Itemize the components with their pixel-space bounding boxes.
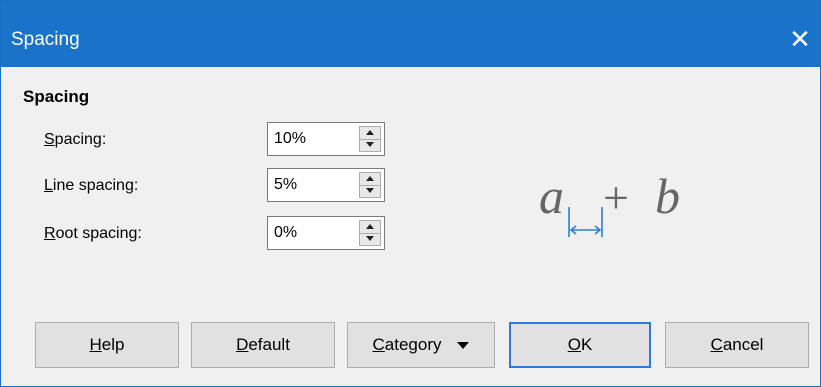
spacing-spinbox[interactable]: 10%	[267, 122, 385, 156]
spacing-value[interactable]: 10%	[274, 130, 306, 148]
category-button[interactable]: Category	[347, 322, 495, 368]
line-spacing-spinbox[interactable]: 5%	[267, 168, 385, 202]
root-spacing-decrement-icon[interactable]	[360, 233, 380, 245]
section-title: Spacing	[23, 87, 90, 106]
cancel-button[interactable]: Cancel	[665, 322, 809, 368]
preview-right-char: b	[655, 168, 680, 224]
line-spacing-label: Line spacing:	[44, 177, 139, 194]
spacing-dimension-icon	[568, 207, 603, 237]
line-spacing-value[interactable]: 5%	[274, 176, 297, 194]
line-spacing-spin-buttons	[359, 172, 381, 198]
preview-operator: +	[603, 172, 629, 223]
root-spacing-value[interactable]: 0%	[274, 224, 297, 242]
spacing-spin-buttons	[359, 126, 381, 152]
help-button[interactable]: Help	[35, 322, 179, 368]
spacing-label: Spacing:	[44, 131, 107, 148]
spacing-dialog: Spacing ✕ Spacing Spacing: 10% Line spac…	[0, 0, 821, 387]
dialog-title: Spacing	[11, 29, 80, 50]
root-spacing-label: Root spacing:	[44, 225, 142, 242]
root-spacing-spinbox[interactable]: 0%	[267, 216, 385, 250]
dropdown-arrow-icon	[457, 342, 470, 350]
close-icon[interactable]: ✕	[780, 23, 820, 55]
ok-button[interactable]: OK	[509, 322, 651, 368]
root-spacing-spin-buttons	[359, 220, 381, 246]
spacing-decrement-icon[interactable]	[360, 139, 380, 151]
preview-left-char: a	[539, 168, 564, 224]
spacing-preview: a + b	[539, 168, 680, 237]
title-bar: Spacing ✕	[1, 1, 820, 67]
line-spacing-decrement-icon[interactable]	[360, 185, 380, 197]
default-button[interactable]: Default	[191, 322, 335, 368]
